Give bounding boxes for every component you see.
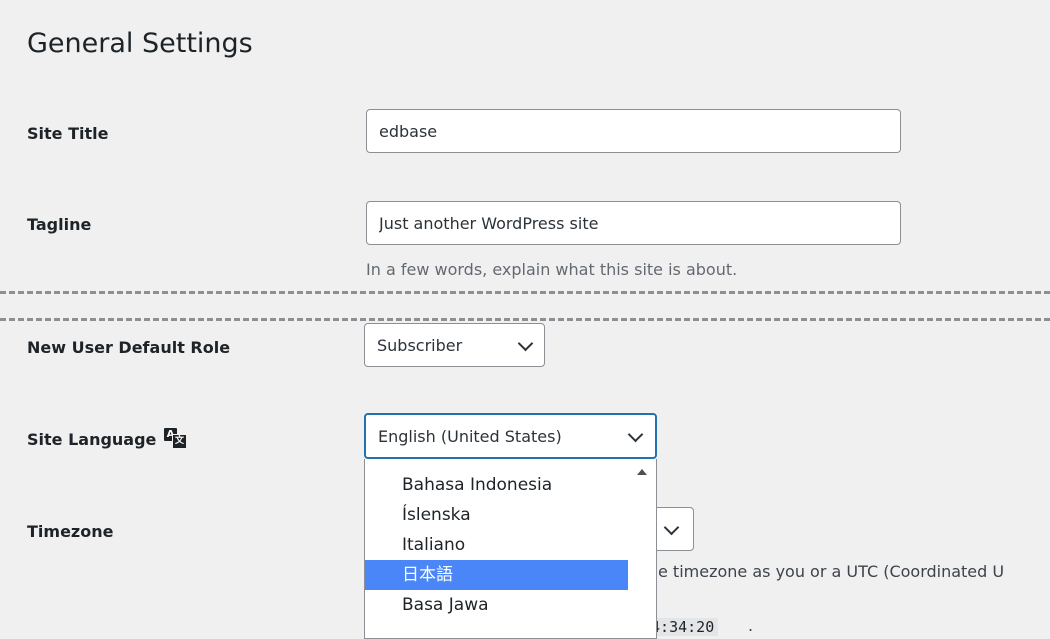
- site-title-input[interactable]: [366, 109, 901, 153]
- default-role-select[interactable]: Subscriber: [364, 323, 545, 367]
- language-option[interactable]: Íslenska: [365, 500, 630, 530]
- page-title: General Settings: [27, 28, 253, 59]
- tear-line-bottom: [0, 318, 1050, 321]
- tagline-label: Tagline: [27, 215, 92, 234]
- chevron-down-icon: [627, 426, 644, 443]
- language-option-highlighted[interactable]: 日本語: [365, 560, 630, 590]
- timezone-label: Timezone: [27, 522, 114, 541]
- chevron-down-icon: [663, 519, 680, 536]
- site-language-label-row: Site Language A文: [27, 428, 187, 449]
- site-language-value: English (United States): [378, 426, 562, 446]
- tagline-description: In a few words, explain what this site i…: [366, 260, 738, 279]
- translation-icon: A文: [163, 428, 187, 449]
- default-role-value: Subscriber: [377, 335, 463, 355]
- site-title-label: Site Title: [27, 124, 109, 143]
- site-language-select[interactable]: English (United States): [364, 413, 657, 459]
- dropdown-scrollbar[interactable]: [628, 459, 656, 638]
- language-option[interactable]: Bahasa Indonesia: [365, 470, 630, 500]
- chevron-down-icon: [517, 335, 534, 352]
- scroll-up-arrow-icon[interactable]: [637, 469, 647, 475]
- timezone-help-text: e timezone as you or a UTC (Coordinated …: [658, 562, 1005, 581]
- language-option[interactable]: Basa Jawa: [365, 590, 630, 620]
- language-dropdown-list[interactable]: Bahasa Indonesia Íslenska Italiano 日本語 B…: [364, 459, 657, 639]
- local-time-period: .: [748, 616, 754, 635]
- site-language-label: Site Language: [27, 430, 157, 449]
- language-option-partial[interactable]: [365, 620, 630, 638]
- language-option[interactable]: Italiano: [365, 530, 630, 560]
- tear-line-top: [0, 291, 1050, 294]
- default-role-label: New User Default Role: [27, 338, 231, 357]
- tagline-input[interactable]: [366, 201, 901, 245]
